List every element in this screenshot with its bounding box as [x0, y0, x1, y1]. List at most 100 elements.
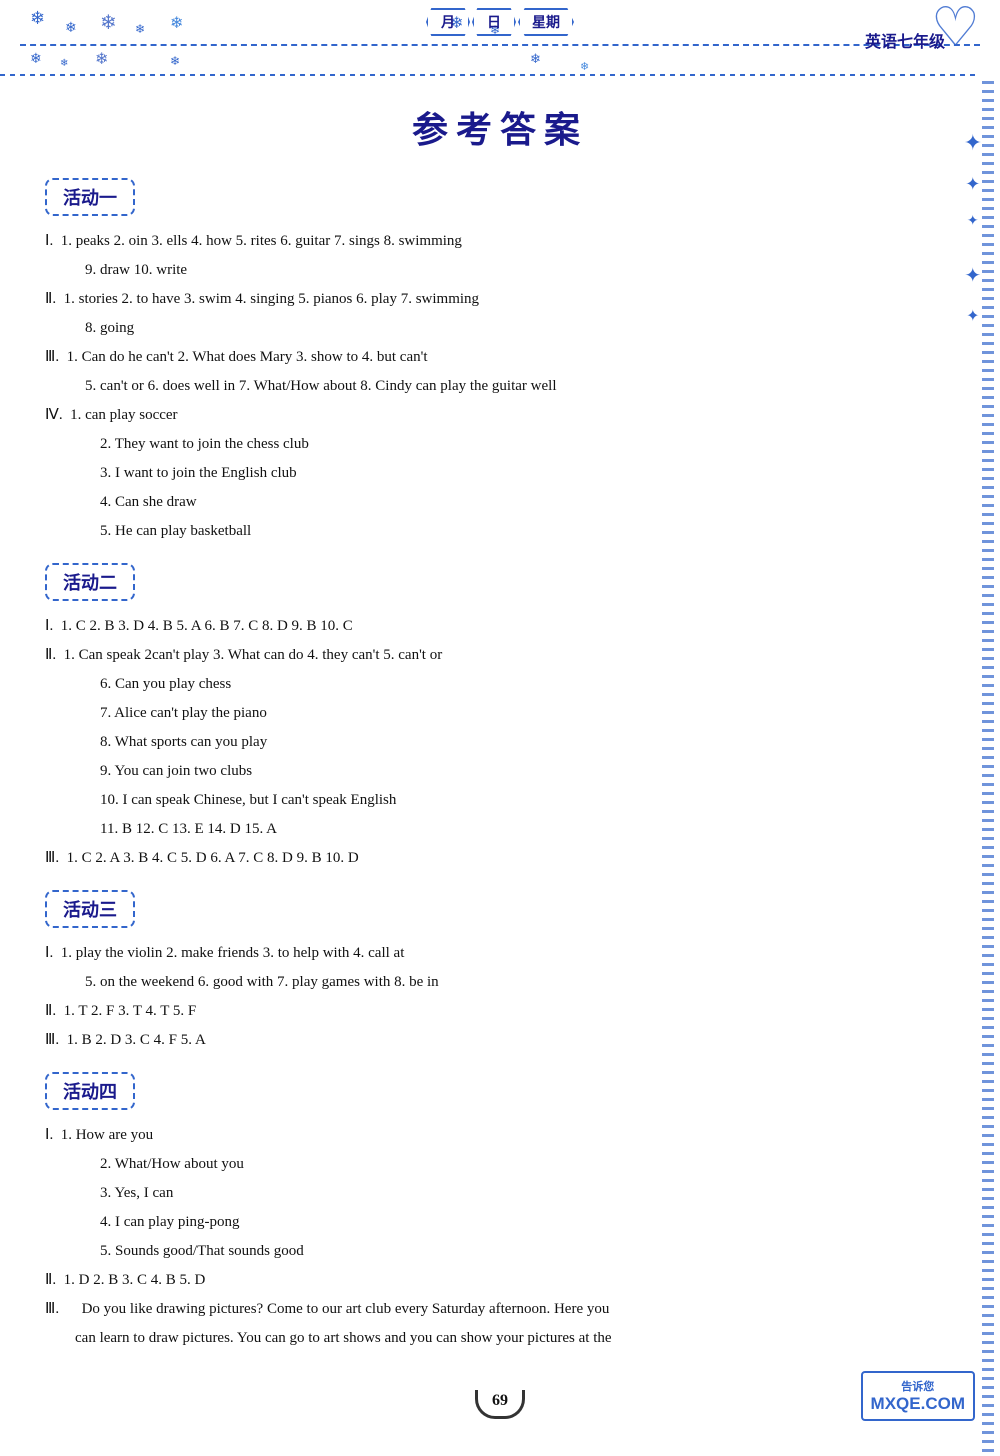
snowflake-icon: ❄	[170, 13, 183, 33]
section-huodong3: 活动三 Ⅰ. 1. play the violin 2. make friend…	[45, 890, 945, 1054]
page-wrapper: ❄ ❄ ❄ ❄ ❄ ❄ ❄ 月 日 星期 ♡ 英语七年级	[0, 0, 1000, 1456]
answer-text: 1. play the violin 2. make friends 3. to…	[61, 945, 405, 961]
watermark-url: MXQE.COM	[871, 1394, 965, 1414]
answer-line: 8. going	[45, 315, 945, 342]
answer-line: 9. You can join two clubs	[45, 758, 945, 785]
section4-part3: Ⅲ. Do you like drawing pictures? Come to…	[45, 1296, 945, 1352]
snowflake2-icon: ❄	[580, 60, 589, 73]
answer-line: can learn to draw pictures. You can go t…	[45, 1325, 945, 1352]
answer-line: 5. Sounds good/That sounds good	[45, 1238, 945, 1265]
week-hex: 星期	[518, 8, 574, 36]
snowflake-icon: ❄	[30, 8, 45, 29]
roman-numeral: Ⅲ	[45, 850, 55, 866]
answer-text: 1. How are you	[61, 1127, 153, 1143]
page-title: 参考答案	[0, 101, 1000, 153]
answer-text: 1. peaks 2. oin 3. ells 4. how 5. rites …	[61, 233, 462, 249]
answer-line: 5. on the weekend 6. good with 7. play g…	[45, 969, 945, 996]
section1-part1: Ⅰ. 1. peaks 2. oin 3. ells 4. how 5. rit…	[45, 228, 945, 284]
star-icon: ✦	[966, 306, 979, 326]
answer-text: 1. Can speak 2can't play 3. What can do …	[64, 647, 443, 663]
watermark: 告诉您 MXQE.COM	[861, 1371, 975, 1421]
snowflake2-icon: ❄	[60, 58, 68, 69]
roman-numeral: Ⅰ	[45, 945, 49, 961]
answer-line: 5. He can play basketball	[45, 518, 945, 545]
answer-line: Ⅲ. 1. C 2. A 3. B 4. C 5. D 6. A 7. C 8.…	[45, 845, 945, 872]
answer-line: Ⅰ. 1. play the violin 2. make friends 3.…	[45, 940, 945, 967]
section1-part2: Ⅱ. 1. stories 2. to have 3. swim 4. sing…	[45, 286, 945, 342]
snowflake-icon: ❄	[100, 10, 117, 35]
answer-line: 4. I can play ping-pong	[45, 1209, 945, 1236]
answer-line: 10. I can speak Chinese, but I can't spe…	[45, 787, 945, 814]
header-hex-shapes: 月 日 星期	[20, 8, 980, 36]
answer-line: Ⅱ. 1. stories 2. to have 3. swim 4. sing…	[45, 286, 945, 313]
star-icon: ✦	[965, 174, 980, 195]
answer-text: 1. stories 2. to have 3. swim 4. singing…	[64, 291, 479, 307]
roman-numeral: Ⅱ	[45, 1003, 52, 1019]
snowflake2-icon: ❄	[30, 51, 42, 68]
section-huodong4: 活动四 Ⅰ. 1. How are you 2. What/How about …	[45, 1072, 945, 1352]
answer-line: 3. I want to join the English club	[45, 460, 945, 487]
day-hex: 日	[472, 8, 516, 36]
answer-text: 1. B 2. D 3. C 4. F 5. A	[67, 1032, 206, 1048]
answer-line: Ⅲ. 1. B 2. D 3. C 4. F 5. A	[45, 1027, 945, 1054]
answer-text: 1. can play soccer	[70, 407, 177, 423]
star-icon: ✦	[964, 263, 981, 288]
answer-text: 1. Can do he can't 2. What does Mary 3. …	[67, 349, 428, 365]
answer-line: Ⅰ. 1. peaks 2. oin 3. ells 4. how 5. rit…	[45, 228, 945, 255]
section3-part1: Ⅰ. 1. play the violin 2. make friends 3.…	[45, 940, 945, 996]
section4-part1: Ⅰ. 1. How are you 2. What/How about you …	[45, 1122, 945, 1265]
answer-line: 5. can't or 6. does well in 7. What/How …	[45, 373, 945, 400]
answer-line: Ⅱ. 1. D 2. B 3. C 4. B 5. D	[45, 1267, 945, 1294]
roman-numeral: Ⅲ	[45, 349, 55, 365]
page-number-container: 69	[475, 1390, 525, 1419]
roman-numeral: Ⅲ	[45, 1301, 55, 1317]
section-box-3: 活动三	[45, 890, 135, 928]
section1-part3: Ⅲ. 1. Can do he can't 2. What does Mary …	[45, 344, 945, 400]
answer-line: Ⅲ. Do you like drawing pictures? Come to…	[45, 1296, 945, 1323]
answer-line: 6. Can you play chess	[45, 671, 945, 698]
answer-text: 1. D 2. B 3. C 4. B 5. D	[64, 1272, 206, 1288]
section2-part2: Ⅱ. 1. Can speak 2can't play 3. What can …	[45, 642, 945, 843]
header: ❄ ❄ ❄ ❄ ❄ ❄ ❄ 月 日 星期 ♡ 英语七年级	[0, 0, 1000, 81]
star-icon: ✦	[967, 213, 979, 230]
answer-line: 2. They want to join the chess club	[45, 431, 945, 458]
dashed-line	[0, 74, 975, 76]
snowflake-icon: ❄	[65, 20, 77, 37]
header-top-row: ❄ ❄ ❄ ❄ ❄ ❄ ❄ 月 日 星期 ♡ 英语七年级	[0, 0, 1000, 36]
roman-numeral: Ⅱ	[45, 647, 52, 663]
answer-line: 4. Can she draw	[45, 489, 945, 516]
answer-line: Ⅱ. 1. Can speak 2can't play 3. What can …	[45, 642, 945, 669]
section-title-3: 活动三	[63, 900, 117, 920]
section2-part1: Ⅰ. 1. C 2. B 3. D 4. B 5. A 6. B 7. C 8.…	[45, 613, 945, 640]
right-star-decorations: ✦ ✦ ✦ ✦ ✦	[964, 130, 982, 326]
month-hex: 月	[426, 8, 470, 36]
section-box-1: 活动一	[45, 178, 135, 216]
section-box-2: 活动二	[45, 563, 135, 601]
roman-numeral: Ⅰ	[45, 618, 49, 634]
answer-line: Ⅲ. 1. Can do he can't 2. What does Mary …	[45, 344, 945, 371]
snowflake2-icon: ❄	[170, 54, 180, 69]
section-title-1: 活动一	[63, 188, 117, 208]
roman-numeral: Ⅱ	[45, 291, 52, 307]
section-title-4: 活动四	[63, 1082, 117, 1102]
roman-numeral: Ⅲ	[45, 1032, 55, 1048]
answer-line: 2. What/How about you	[45, 1151, 945, 1178]
answer-line: Ⅱ. 1. T 2. F 3. T 4. T 5. F	[45, 998, 945, 1025]
main-content: 活动一 Ⅰ. 1. peaks 2. oin 3. ells 4. how 5.…	[0, 178, 1000, 1352]
answer-line: 3. Yes, I can	[45, 1180, 945, 1207]
answer-line: 9. draw 10. write	[45, 257, 945, 284]
page-number: 69	[475, 1390, 525, 1419]
snowflake2-icon: ❄	[530, 51, 541, 67]
section-huodong2: 活动二 Ⅰ. 1. C 2. B 3. D 4. B 5. A 6. B 7. …	[45, 563, 945, 872]
answer-line: Ⅰ. 1. C 2. B 3. D 4. B 5. A 6. B 7. C 8.…	[45, 613, 945, 640]
answer-text: Do you like drawing pictures? Come to ou…	[82, 1301, 610, 1317]
answer-line: Ⅰ. 1. How are you	[45, 1122, 945, 1149]
roman-numeral: Ⅰ	[45, 1127, 49, 1143]
watermark-top-text: 告诉您	[871, 1378, 965, 1394]
header-second-row: ❄ ❄ ❄ ❄ ❄ ❄	[0, 46, 1000, 76]
section-huodong1: 活动一 Ⅰ. 1. peaks 2. oin 3. ells 4. how 5.…	[45, 178, 945, 545]
footer: 69 告诉您 MXQE.COM	[0, 1370, 1000, 1429]
answer-line: 7. Alice can't play the piano	[45, 700, 945, 727]
answer-line: 8. What sports can you play	[45, 729, 945, 756]
answer-line: 11. B 12. C 13. E 14. D 15. A	[45, 816, 945, 843]
